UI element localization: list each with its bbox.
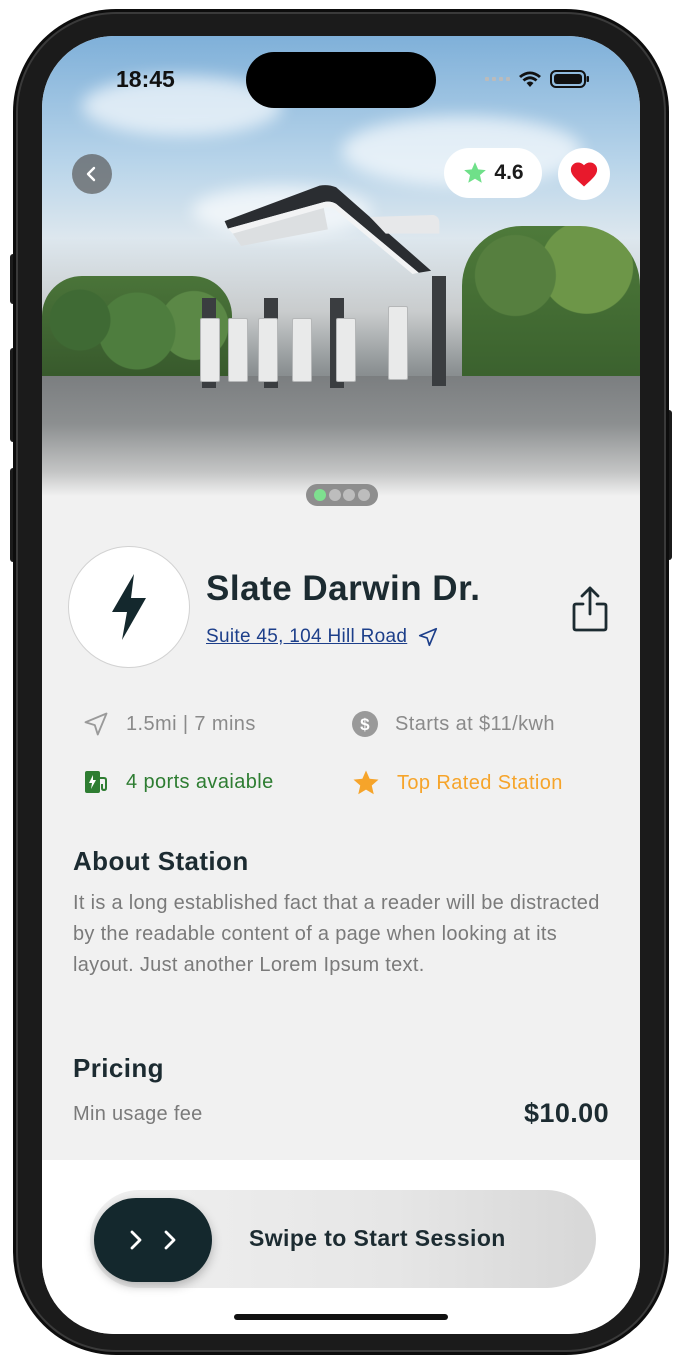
station-name: Slate Darwin Dr. bbox=[206, 569, 481, 608]
share-icon[interactable] bbox=[570, 584, 610, 634]
status-time: 18:45 bbox=[116, 66, 175, 92]
volume-down-button bbox=[10, 468, 18, 562]
distance-text: 1.5mi | 7 mins bbox=[126, 712, 256, 735]
carousel-dot[interactable] bbox=[343, 489, 356, 501]
rating-value: 4.6 bbox=[494, 161, 524, 184]
heart-icon bbox=[570, 162, 598, 187]
dollar-icon: $ bbox=[352, 711, 378, 737]
carousel-dot[interactable] bbox=[357, 489, 370, 501]
power-button bbox=[664, 410, 672, 560]
navigation-arrow-icon bbox=[419, 627, 438, 647]
star-icon bbox=[353, 770, 379, 795]
star-icon bbox=[464, 162, 487, 183]
signal-icon bbox=[485, 77, 510, 81]
ports-info: 4 ports avaiable bbox=[82, 768, 274, 796]
swipe-handle[interactable] bbox=[94, 1198, 212, 1282]
back-button[interactable] bbox=[72, 154, 112, 194]
fee-label: Min usage fee bbox=[73, 1103, 203, 1125]
battery-icon bbox=[550, 70, 589, 88]
carousel-indicator[interactable] bbox=[306, 484, 378, 506]
about-title: About Station bbox=[73, 846, 249, 876]
double-chevron-right-icon bbox=[130, 1230, 176, 1250]
favorite-button[interactable] bbox=[558, 148, 610, 200]
carousel-dot[interactable] bbox=[328, 489, 341, 501]
distance-info: 1.5mi | 7 mins bbox=[82, 710, 256, 738]
price-info: $ Starts at $11/kwh bbox=[351, 710, 555, 738]
home-indicator[interactable] bbox=[234, 1314, 448, 1320]
pricing-title: Pricing bbox=[73, 1053, 164, 1083]
mute-switch bbox=[10, 254, 18, 304]
carousel-dot[interactable] bbox=[314, 489, 327, 501]
ev-charger-icon bbox=[85, 771, 107, 793]
lightning-bolt-icon bbox=[112, 574, 146, 640]
station-logo bbox=[68, 546, 190, 668]
chevron-left-icon bbox=[86, 166, 96, 182]
ports-text: 4 ports avaiable bbox=[126, 770, 274, 793]
badge-info: Top Rated Station bbox=[351, 768, 563, 798]
swipe-label: Swipe to Start Session bbox=[249, 1225, 506, 1251]
status-icons bbox=[485, 70, 590, 88]
svg-text:$: $ bbox=[360, 715, 370, 734]
volume-up-button bbox=[10, 348, 18, 442]
about-text: It is a long established fact that a rea… bbox=[73, 892, 600, 976]
station-address[interactable]: Suite 45, 104 Hill Road bbox=[206, 626, 407, 648]
price-text: Starts at $11/kwh bbox=[395, 712, 555, 735]
wifi-icon bbox=[519, 71, 541, 87]
station-address-link[interactable]: Suite 45, 104 Hill Road bbox=[206, 626, 439, 648]
navigation-arrow-icon bbox=[84, 712, 108, 736]
rating-badge: 4.6 bbox=[444, 148, 542, 198]
fee-value: $10.00 bbox=[524, 1098, 609, 1128]
dynamic-island bbox=[246, 52, 436, 108]
canopy-graphic bbox=[224, 185, 440, 275]
screen: 18:45 4.6 Slate Darwin Dr. Suite 45, 104… bbox=[42, 36, 640, 1334]
badge-text: Top Rated Station bbox=[397, 771, 563, 794]
